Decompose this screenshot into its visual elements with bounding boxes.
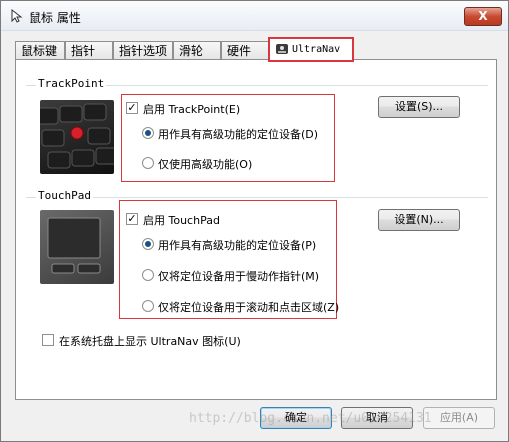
- touchpad-image: [40, 210, 114, 284]
- tab-label: UltraNav: [292, 44, 341, 55]
- tab-pointers[interactable]: 指针: [65, 41, 113, 61]
- trackpoint-radio-advanced-only[interactable]: [142, 157, 154, 169]
- button-label: 设置(S)...: [394, 100, 444, 113]
- trackpoint-enable-checkbox[interactable]: ✓: [126, 102, 138, 114]
- window-title: 鼠标 属性: [29, 11, 81, 25]
- touchpad-radio-scroll-tap-label: 仅将定位设备用于滚动和点击区域(Z): [158, 301, 340, 314]
- ultranav-icon: [276, 44, 288, 54]
- touchpad-radio-slow-motion-label: 仅将定位设备用于慢动作指针(M): [158, 270, 320, 283]
- tab-label: 鼠标键: [21, 44, 58, 58]
- mouse-pointer-icon: [11, 9, 23, 23]
- apply-button[interactable]: 应用(A): [423, 407, 495, 429]
- touchpad-group-title: TouchPad: [36, 189, 93, 202]
- mouse-properties-dialog: 鼠标 属性 X 鼠标键 指针 指针选项 滑轮 硬件 UltraNav Track…: [0, 0, 509, 442]
- trackpoint-radio-advanced-only-label: 仅使用高级功能(O): [158, 158, 253, 171]
- trackpoint-radio-advanced-label: 用作具有高级功能的定位设备(D): [158, 128, 319, 141]
- touchpad-radio-scroll-tap[interactable]: [142, 300, 154, 312]
- button-label: 应用(A): [439, 411, 479, 424]
- trackpoint-group-title: TrackPoint: [36, 77, 107, 90]
- watermark-text: http://blog.csdn.net/u010254131: [189, 411, 432, 426]
- touchpad-radio-slow-motion[interactable]: [142, 269, 154, 281]
- touchpad-settings-button[interactable]: 设置(N)...: [378, 209, 460, 231]
- touchpad-radio-advanced-label: 用作具有高级功能的定位设备(P): [158, 239, 317, 252]
- touchpad-enable-label: 启用 TouchPad: [143, 214, 220, 227]
- touchpad-enable-checkbox[interactable]: ✓: [126, 213, 138, 225]
- tab-label: 硬件: [227, 44, 252, 58]
- tab-label: 滑轮: [179, 44, 204, 58]
- tab-pointer-options[interactable]: 指针选项: [113, 41, 173, 61]
- tab-ultranav[interactable]: UltraNav: [268, 37, 354, 62]
- tab-label: 指针: [71, 44, 96, 58]
- close-button[interactable]: X: [464, 7, 502, 26]
- button-label: 设置(N)...: [394, 213, 444, 226]
- tray-icon-checkbox[interactable]: [42, 334, 54, 346]
- trackpoint-image: [40, 100, 114, 174]
- title-bar: 鼠标 属性 X: [1, 1, 508, 31]
- trackpoint-settings-button[interactable]: 设置(S)...: [378, 96, 460, 118]
- trackpoint-radio-advanced[interactable]: [142, 127, 154, 139]
- tab-label: 指针选项: [119, 44, 168, 58]
- touchpad-group-border: [26, 197, 488, 198]
- touchpad-radio-advanced[interactable]: [142, 238, 154, 250]
- tab-hardware[interactable]: 硬件: [221, 41, 269, 61]
- trackpoint-keyboard-icon: [40, 103, 114, 169]
- trackpoint-enable-label: 启用 TrackPoint(E): [143, 103, 241, 116]
- ultranav-panel: TrackPoint ✓ 启用 TrackPoint(E) 用作具有高级功能的定…: [15, 59, 497, 400]
- tab-wheel[interactable]: 滑轮: [173, 41, 221, 61]
- touchpad-icon: [47, 217, 101, 274]
- tray-icon-label: 在系统托盘上显示 UltraNav 图标(U): [59, 335, 241, 348]
- close-icon: X: [478, 9, 488, 23]
- tab-buttons[interactable]: 鼠标键: [15, 41, 65, 61]
